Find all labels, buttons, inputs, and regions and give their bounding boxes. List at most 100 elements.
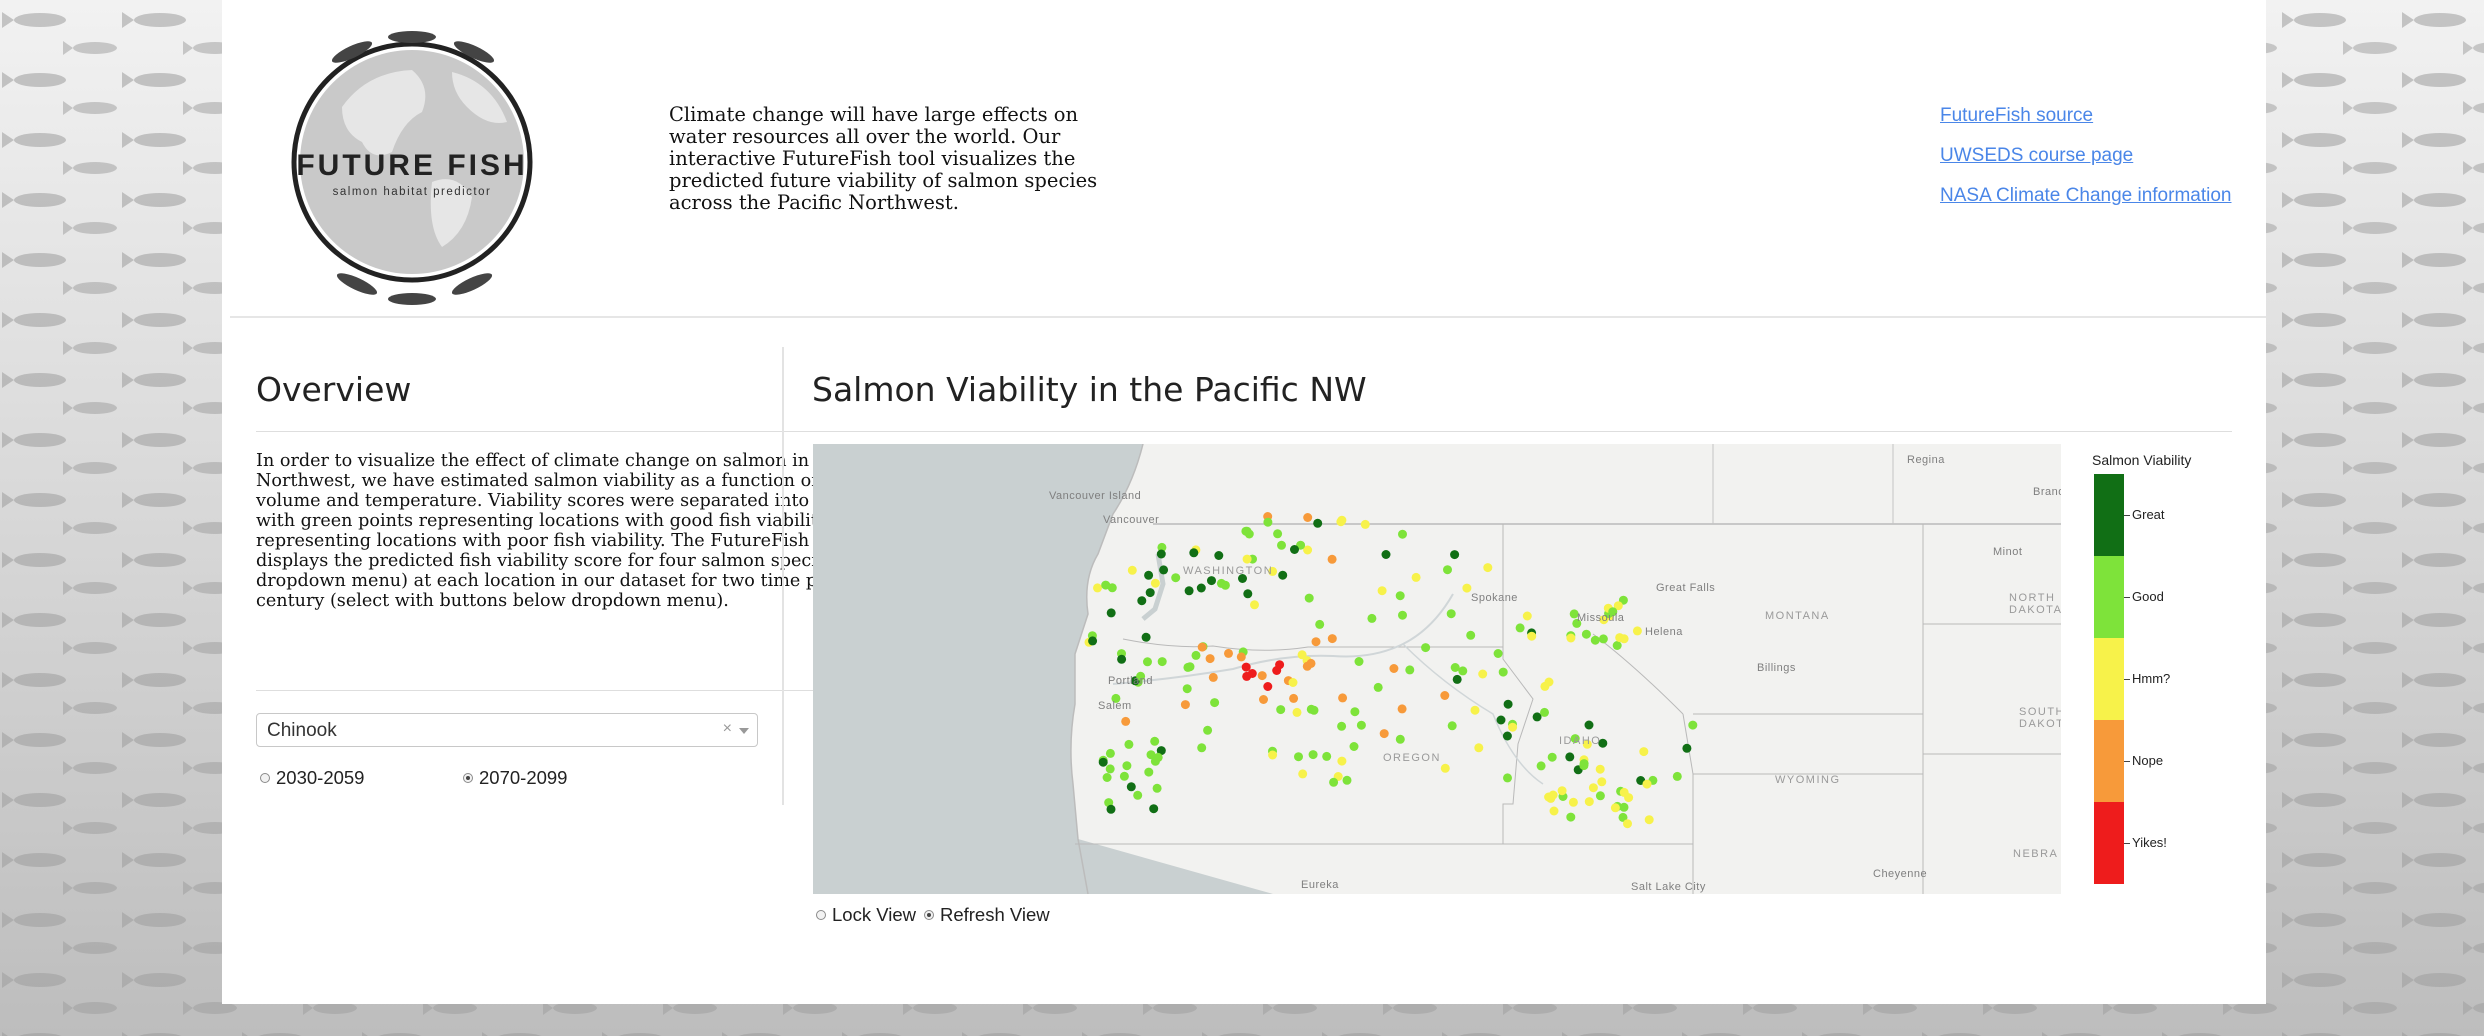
viability-point[interactable] <box>1292 707 1302 717</box>
viability-point[interactable] <box>1124 739 1134 749</box>
viability-point[interactable] <box>1610 803 1620 813</box>
viability-point[interactable] <box>1337 756 1347 766</box>
viability-point[interactable] <box>1356 720 1366 730</box>
viability-point[interactable] <box>1106 608 1116 618</box>
viability-point[interactable] <box>1367 613 1377 623</box>
viability-point[interactable] <box>1276 705 1286 715</box>
viability-point[interactable] <box>1311 637 1321 647</box>
viability-point[interactable] <box>1566 633 1576 643</box>
viability-point[interactable] <box>1584 720 1594 730</box>
viability-point[interactable] <box>1289 693 1299 703</box>
viability-point[interactable] <box>1236 652 1246 662</box>
viability-point[interactable] <box>1102 773 1112 782</box>
viability-point[interactable] <box>1298 769 1308 779</box>
viability-point[interactable] <box>1263 517 1273 527</box>
viability-point[interactable] <box>1105 764 1115 774</box>
viability-point[interactable] <box>1336 517 1346 527</box>
viability-point[interactable] <box>1137 596 1147 606</box>
viability-point[interactable] <box>1642 779 1652 789</box>
viability-point[interactable] <box>1522 611 1532 621</box>
viability-point[interactable] <box>1632 626 1642 636</box>
viability-point[interactable] <box>1508 722 1518 732</box>
viability-point[interactable] <box>1682 743 1692 753</box>
nasa-climate-link[interactable]: NASA Climate Change information <box>1940 184 2231 207</box>
viability-point[interactable] <box>1207 576 1216 586</box>
viability-point[interactable] <box>1327 634 1337 644</box>
viability-point[interactable] <box>1242 554 1252 564</box>
viability-point[interactable] <box>1196 583 1206 593</box>
viability-point[interactable] <box>1205 654 1215 664</box>
period-radio-2070[interactable]: 2070-2099 <box>463 767 567 789</box>
viability-point[interactable] <box>1210 698 1220 708</box>
viability-point[interactable] <box>1450 663 1460 672</box>
viability-point[interactable] <box>1126 782 1136 792</box>
viability-point[interactable] <box>1119 771 1129 781</box>
viability-point[interactable] <box>1373 682 1383 692</box>
viability-point[interactable] <box>1548 790 1558 800</box>
viability-point[interactable] <box>1180 700 1190 710</box>
viability-point[interactable] <box>1688 720 1698 730</box>
viability-point[interactable] <box>1288 678 1298 687</box>
viability-point[interactable] <box>1411 572 1421 582</box>
viability-point[interactable] <box>1197 642 1207 652</box>
viability-point[interactable] <box>1259 695 1268 704</box>
viability-point[interactable] <box>1093 583 1102 593</box>
viability-point[interactable] <box>1159 565 1169 575</box>
futurefish-source-link[interactable]: FutureFish source <box>1940 104 2231 127</box>
viability-point[interactable] <box>1098 757 1108 767</box>
viability-point[interactable] <box>1150 736 1160 746</box>
viability-point[interactable] <box>1440 691 1450 700</box>
viability-point[interactable] <box>1483 563 1493 573</box>
viability-point[interactable] <box>1275 660 1285 670</box>
viability-point[interactable] <box>1379 729 1389 739</box>
uwseds-course-link[interactable]: UWSEDS course page <box>1940 144 2231 167</box>
viability-point[interactable] <box>1122 761 1132 771</box>
viability-point[interactable] <box>1182 684 1192 694</box>
viability-point[interactable] <box>1398 610 1407 620</box>
viability-point[interactable] <box>1498 667 1508 677</box>
viability-point[interactable] <box>1133 790 1143 800</box>
viability-point[interactable] <box>1294 752 1303 762</box>
period-radio-2030[interactable]: 2030-2059 <box>260 767 364 789</box>
viability-point[interactable] <box>1303 513 1313 522</box>
viability-point[interactable] <box>1143 657 1152 667</box>
viability-point[interactable] <box>1557 786 1567 796</box>
viability-point[interactable] <box>1263 682 1273 691</box>
viability-point[interactable] <box>1568 797 1578 807</box>
viability-point[interactable] <box>1350 707 1360 717</box>
viability-point[interactable] <box>1313 518 1323 528</box>
viability-point[interactable] <box>1405 665 1415 675</box>
viability-point[interactable] <box>1595 764 1605 774</box>
viability-point[interactable] <box>1395 734 1405 744</box>
viability-point[interactable] <box>1584 797 1594 807</box>
viability-point[interactable] <box>1121 716 1131 726</box>
viability-point[interactable] <box>1322 751 1332 761</box>
radio-2070-button[interactable] <box>463 773 473 783</box>
refresh-view-radio[interactable] <box>923 910 934 920</box>
viability-point[interactable] <box>1214 551 1224 560</box>
viability-point[interactable] <box>1493 649 1503 658</box>
viability-point[interactable] <box>1306 658 1316 668</box>
viability-point[interactable] <box>1277 540 1286 550</box>
viability-point[interactable] <box>1395 591 1405 601</box>
viability-point[interactable] <box>1440 763 1450 773</box>
viability-point[interactable] <box>1349 742 1359 751</box>
viability-point[interactable] <box>1189 548 1199 558</box>
viability-point[interactable] <box>1278 570 1288 580</box>
viability-point[interactable] <box>1315 619 1325 629</box>
viability-point[interactable] <box>1381 550 1391 559</box>
viability-point[interactable] <box>1623 819 1632 829</box>
chevron-down-icon[interactable] <box>739 728 749 734</box>
clear-icon[interactable]: × <box>723 720 732 738</box>
viability-point[interactable] <box>1088 636 1098 646</box>
viability-point[interactable] <box>1290 545 1299 554</box>
viability-point[interactable] <box>1220 580 1230 590</box>
viability-point[interactable] <box>1354 657 1364 666</box>
viability-point[interactable] <box>1502 731 1512 741</box>
viability-point[interactable] <box>1152 783 1162 793</box>
species-dropdown[interactable]: Chinook × <box>256 713 758 747</box>
viability-point[interactable] <box>1329 777 1339 787</box>
viability-point[interactable] <box>1247 669 1257 678</box>
viability-point[interactable] <box>1105 748 1115 758</box>
viability-point[interactable] <box>1619 787 1629 797</box>
